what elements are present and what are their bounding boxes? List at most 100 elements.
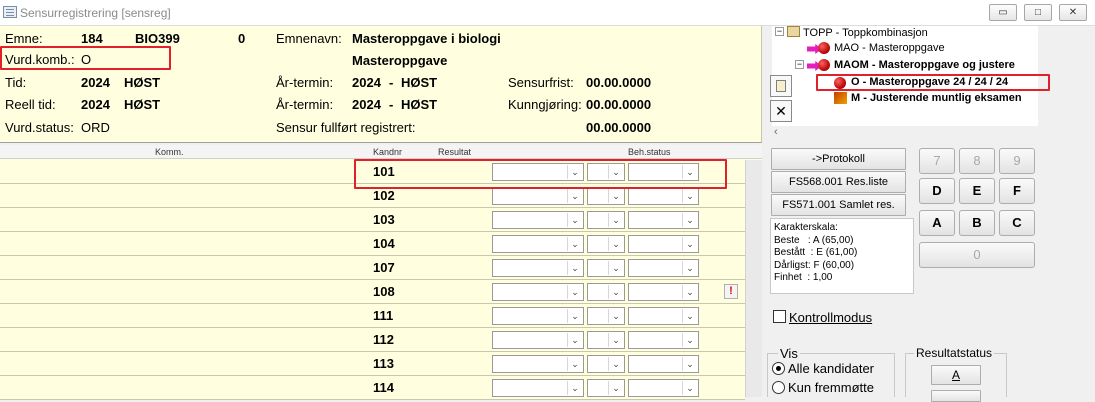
resultat-sub-select[interactable]: ⌄	[587, 283, 625, 301]
grade-7-button[interactable]: 7	[919, 148, 955, 174]
resultat-select[interactable]: ⌄	[492, 379, 584, 397]
resultatstatus-a-button[interactable]: A	[931, 365, 981, 385]
alle-kandidater-label[interactable]: Alle kandidater	[788, 361, 874, 376]
vertical-scrollbar[interactable]	[745, 160, 762, 397]
resultat-select[interactable]: ⌄	[492, 355, 584, 373]
resultat-select[interactable]: ⌄	[492, 331, 584, 349]
chevron-down-icon[interactable]: ⌄	[567, 261, 582, 275]
kontrollmodus-label[interactable]: Kontrollmodus	[789, 310, 872, 325]
beh-status-select[interactable]: ⌄	[628, 259, 699, 277]
chevron-down-icon[interactable]: ⌄	[608, 309, 623, 323]
resultat-sub-select[interactable]: ⌄	[587, 235, 625, 253]
chevron-down-icon[interactable]: ⌄	[682, 285, 697, 299]
beh-status-select[interactable]: ⌄	[628, 331, 699, 349]
beh-status-select[interactable]: ⌄	[628, 307, 699, 325]
close-button[interactable]: ✕	[1059, 4, 1087, 21]
resultat-select[interactable]: ⌄	[492, 307, 584, 325]
resultat-sub-select[interactable]: ⌄	[587, 355, 625, 373]
chevron-down-icon[interactable]: ⌄	[567, 357, 582, 371]
resultat-sub-select[interactable]: ⌄	[587, 379, 625, 397]
beh-status-select[interactable]: ⌄	[628, 211, 699, 229]
beh-status-select[interactable]: ⌄	[628, 187, 699, 205]
table-row[interactable]: 107 ⌄ ⌄ ⌄	[0, 256, 745, 280]
resliste-button[interactable]: FS568.001 Res.liste	[771, 171, 906, 193]
table-row[interactable]: 108 ⌄ ⌄ ⌄!	[0, 280, 745, 304]
chevron-down-icon[interactable]: ⌄	[567, 309, 582, 323]
table-row[interactable]: 113 ⌄ ⌄ ⌄	[0, 352, 745, 376]
tree-item-maom[interactable]: MAOM - Masteroppgave og justere	[834, 59, 1015, 71]
collapse-icon[interactable]: −	[775, 27, 784, 36]
protokoll-button[interactable]: ->Protokoll	[771, 148, 906, 170]
minimize-button[interactable]: ▭	[989, 4, 1017, 21]
resultat-select[interactable]: ⌄	[492, 211, 584, 229]
tree-horizontal-scrollbar[interactable]: ‹	[772, 126, 1038, 140]
collapse-icon[interactable]: −	[795, 60, 804, 69]
chevron-down-icon[interactable]: ⌄	[608, 285, 623, 299]
resultat-sub-select[interactable]: ⌄	[587, 331, 625, 349]
grade-0-button[interactable]: 0	[919, 242, 1035, 268]
chevron-down-icon[interactable]: ⌄	[567, 189, 582, 203]
chevron-down-icon[interactable]: ⌄	[682, 357, 697, 371]
chevron-down-icon[interactable]: ⌄	[567, 333, 582, 347]
scroll-left-icon[interactable]: ‹	[774, 126, 778, 138]
table-row[interactable]: 114 ⌄ ⌄ ⌄	[0, 376, 745, 400]
resultat-sub-select[interactable]: ⌄	[587, 259, 625, 277]
chevron-down-icon[interactable]: ⌄	[682, 309, 697, 323]
tree-item-mao[interactable]: MAO - Masteroppgave	[834, 42, 945, 54]
warning-icon[interactable]: !	[724, 284, 738, 299]
grade-8-button[interactable]: 8	[959, 148, 995, 174]
alle-kandidater-radio[interactable]	[772, 362, 785, 375]
kontrollmodus-checkbox[interactable]	[773, 310, 786, 323]
vurdkomb-value[interactable]: O	[81, 52, 91, 67]
grade-c-button[interactable]: C	[999, 210, 1035, 236]
resultat-select[interactable]: ⌄	[492, 187, 584, 205]
chevron-down-icon[interactable]: ⌄	[567, 381, 582, 395]
samlet-res-button[interactable]: FS571.001 Samlet res.	[771, 194, 906, 216]
beh-status-select[interactable]: ⌄	[628, 379, 699, 397]
chevron-down-icon[interactable]: ⌄	[608, 213, 623, 227]
grade-b-button[interactable]: B	[959, 210, 995, 236]
chevron-down-icon[interactable]: ⌄	[608, 189, 623, 203]
table-row[interactable]: 111 ⌄ ⌄ ⌄	[0, 304, 745, 328]
resultatstatus-button-2[interactable]	[931, 390, 981, 402]
chevron-down-icon[interactable]: ⌄	[682, 333, 697, 347]
resultat-select[interactable]: ⌄	[492, 283, 584, 301]
beh-status-select[interactable]: ⌄	[628, 235, 699, 253]
grade-a-button[interactable]: A	[919, 210, 955, 236]
chevron-down-icon[interactable]: ⌄	[608, 237, 623, 251]
chevron-down-icon[interactable]: ⌄	[567, 285, 582, 299]
chevron-down-icon[interactable]: ⌄	[682, 381, 697, 395]
chevron-down-icon[interactable]: ⌄	[608, 261, 623, 275]
aartermin-aar: 2024	[352, 75, 381, 90]
grade-9-button[interactable]: 9	[999, 148, 1035, 174]
chevron-down-icon[interactable]: ⌄	[682, 213, 697, 227]
grade-f-button[interactable]: F	[999, 178, 1035, 204]
table-row[interactable]: 103 ⌄ ⌄ ⌄	[0, 208, 745, 232]
chevron-down-icon[interactable]: ⌄	[682, 237, 697, 251]
tree-item-m[interactable]: M - Justerende muntlig eksamen	[851, 92, 1022, 104]
chevron-down-icon[interactable]: ⌄	[608, 357, 623, 371]
beh-status-select[interactable]: ⌄	[628, 355, 699, 373]
kun-fremmotte-radio[interactable]	[772, 381, 785, 394]
chevron-down-icon[interactable]: ⌄	[608, 381, 623, 395]
table-row[interactable]: 112 ⌄ ⌄ ⌄	[0, 328, 745, 352]
table-row[interactable]: 104 ⌄ ⌄ ⌄	[0, 232, 745, 256]
resultat-sub-select[interactable]: ⌄	[587, 307, 625, 325]
chevron-down-icon[interactable]: ⌄	[682, 189, 697, 203]
grade-d-button[interactable]: D	[919, 178, 955, 204]
chevron-down-icon[interactable]: ⌄	[608, 333, 623, 347]
maximize-button[interactable]: □	[1024, 4, 1052, 21]
resultat-sub-select[interactable]: ⌄	[587, 187, 625, 205]
document-icon[interactable]	[770, 75, 792, 97]
tree-item-topp[interactable]: TOPP - Toppkombinasjon	[803, 27, 928, 39]
chevron-down-icon[interactable]: ⌄	[567, 237, 582, 251]
chevron-down-icon[interactable]: ⌄	[682, 261, 697, 275]
resultat-sub-select[interactable]: ⌄	[587, 211, 625, 229]
chevron-down-icon[interactable]: ⌄	[567, 213, 582, 227]
grade-e-button[interactable]: E	[959, 178, 995, 204]
resultat-select[interactable]: ⌄	[492, 259, 584, 277]
close-x-icon[interactable]: ✕	[770, 100, 792, 122]
kun-fremmotte-label[interactable]: Kun fremmøtte	[788, 380, 874, 395]
resultat-select[interactable]: ⌄	[492, 235, 584, 253]
beh-status-select[interactable]: ⌄	[628, 283, 699, 301]
